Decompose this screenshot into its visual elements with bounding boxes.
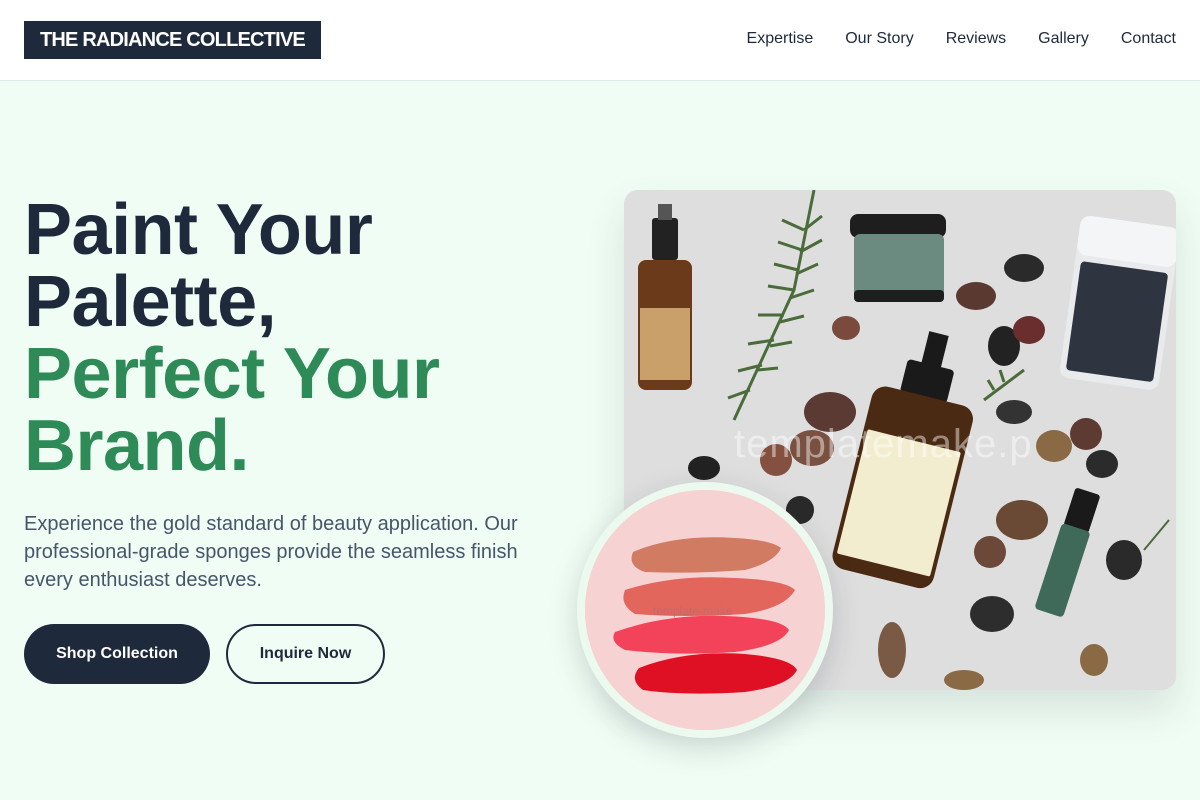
hero-heading-line-1: Paint Your	[24, 190, 373, 270]
nav-link-contact[interactable]: Contact	[1121, 29, 1176, 49]
hero-heading-line-3: Perfect Your	[24, 334, 440, 414]
product-photo-watermark: templatemake.p	[734, 422, 1033, 466]
hero-heading-line-4: Brand.	[24, 406, 250, 486]
hero-section: Paint Your Palette, Perfect Your Brand. …	[24, 194, 544, 594]
main-nav: Expertise Our Story Reviews Gallery Cont…	[747, 29, 1176, 49]
inquire-now-button[interactable]: Inquire Now	[226, 624, 385, 684]
nav-link-our-story[interactable]: Our Story	[845, 29, 913, 49]
shop-collection-button[interactable]: Shop Collection	[24, 624, 210, 684]
hero-heading: Paint Your Palette, Perfect Your Brand.	[24, 194, 544, 482]
brand-logo[interactable]: THE RADIANCE COLLECTIVE	[24, 21, 321, 59]
swatch-watermark: template-make	[653, 604, 733, 618]
lipstick-swatch-image: template-make	[577, 482, 833, 738]
site-header: THE RADIANCE COLLECTIVE Expertise Our St…	[0, 0, 1200, 81]
nav-link-reviews[interactable]: Reviews	[946, 29, 1006, 49]
nav-link-expertise[interactable]: Expertise	[747, 29, 814, 49]
hero-description: Experience the gold standard of beauty a…	[24, 513, 518, 591]
nav-link-gallery[interactable]: Gallery	[1038, 29, 1089, 49]
hero-heading-line-2: Palette,	[24, 262, 277, 342]
hero-buttons: Shop Collection Inquire Now	[24, 624, 385, 684]
